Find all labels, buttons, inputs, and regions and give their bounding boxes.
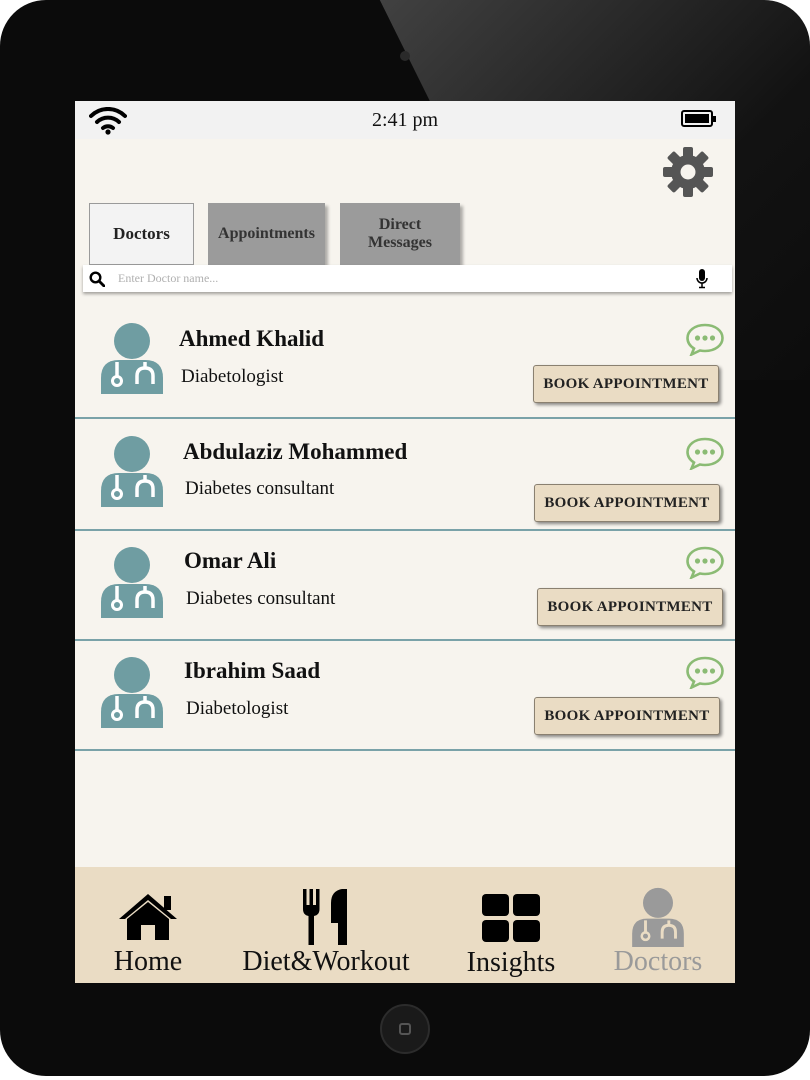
settings-gear-icon[interactable] [662,146,714,198]
tablet-frame: 2:41 pm Doctors Appointments Direct Messa… [0,0,810,1076]
doctor-icon [632,887,684,947]
camera-icon [400,51,410,61]
doctor-avatar-icon [101,657,163,728]
doctor-list-item: Omar Ali Diabetes consultant BOOK APPOIN… [75,531,735,641]
status-time: 2:41 pm [371,109,439,131]
doctor-name: Ahmed Khalid [179,326,325,351]
nav-label: Doctors [613,946,703,977]
nav-home[interactable]: Home [103,867,193,983]
doctor-avatar-icon [101,547,163,618]
home-icon [119,894,177,940]
doctor-name: Omar Ali [184,548,277,573]
nav-label: Home [113,946,183,977]
doctor-list-item: Ibrahim Saad Diabetologist BOOK APPOINTM… [75,641,735,751]
doctor-list-item: Ahmed Khalid Diabetologist BOOK APPOINTM… [75,292,735,419]
doctor-avatar-icon [101,323,163,394]
fork-knife-icon [303,889,347,945]
chat-bubble-icon[interactable] [685,436,725,470]
doctor-avatar-icon [101,436,163,507]
nav-doctors[interactable]: Doctors [610,867,706,983]
tab-appointments[interactable]: Appointments [208,203,325,265]
book-appointment-button[interactable]: BOOK APPOINTMENT [537,588,723,626]
nav-label: Diet&Workout [242,946,410,977]
chat-bubble-icon[interactable] [685,322,725,356]
book-appointment-button[interactable]: BOOK APPOINTMENT [534,484,720,522]
doctor-specialty: Diabetes consultant [186,588,336,609]
device-home-button[interactable] [380,1004,430,1054]
tab-doctors[interactable]: Doctors [89,203,194,265]
microphone-icon[interactable] [696,269,708,289]
nav-diet-workout[interactable]: Diet&Workout [238,867,414,983]
doctor-specialty: Diabetologist [186,698,289,719]
tab-label: Direct Messages [368,216,432,251]
search-icon[interactable] [89,271,105,287]
doctor-name: Ibrahim Saad [184,658,321,683]
tab-label: Doctors [113,224,170,243]
book-appointment-button[interactable]: BOOK APPOINTMENT [534,697,720,735]
doctor-search-bar [83,265,732,292]
bottom-navigation: Home Diet&Workout Insights Doctors [75,867,735,983]
status-bar: 2:41 pm [75,101,735,139]
doctor-specialty: Diabetes consultant [185,478,335,499]
book-appointment-button[interactable]: BOOK APPOINTMENT [533,365,719,403]
app-screen: 2:41 pm Doctors Appointments Direct Messa… [75,101,735,983]
chat-bubble-icon[interactable] [685,655,725,689]
doctor-name: Abdulaziz Mohammed [183,439,408,464]
battery-icon [681,110,716,127]
doctor-specialty: Diabetologist [181,366,284,387]
chat-bubble-icon[interactable] [685,545,725,579]
nav-label: Insights [466,947,556,978]
tab-label: Appointments [218,225,315,242]
tab-direct-messages[interactable]: Direct Messages [340,203,460,265]
grid-icon [482,894,540,942]
doctor-search-input[interactable] [118,269,678,287]
home-square-icon [399,1023,411,1035]
doctor-list-item: Abdulaziz Mohammed Diabetes consultant B… [75,419,735,531]
nav-insights[interactable]: Insights [465,867,557,983]
